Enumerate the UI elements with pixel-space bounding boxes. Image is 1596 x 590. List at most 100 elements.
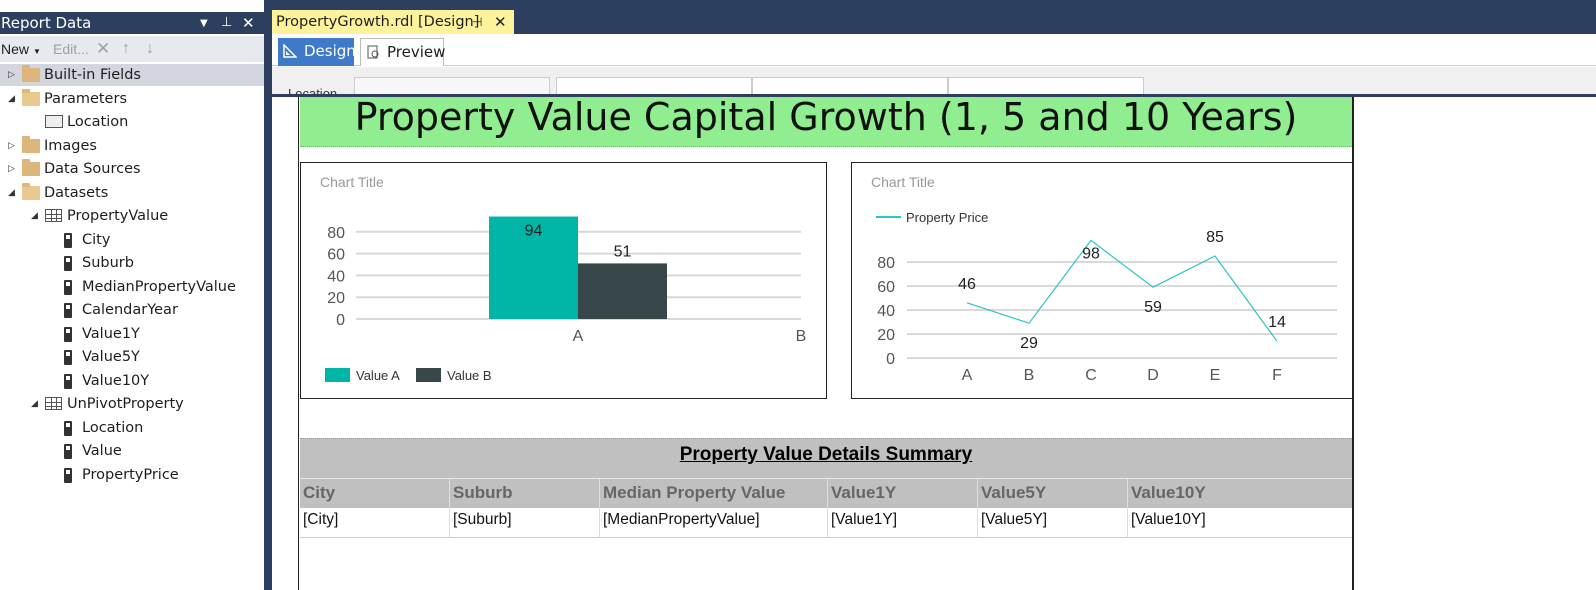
header-cell[interactable]: Suburb [450, 479, 600, 509]
new-label: New [1, 41, 30, 57]
report-data-toolbar: New ▼ Edit... ✕ ↑ ↓ [0, 36, 264, 62]
tree-item-label: PropertyValue [67, 208, 169, 224]
field-icon [64, 467, 72, 483]
y-tick-label: 80 [327, 225, 345, 242]
data-cell[interactable]: [Value1Y] [828, 508, 978, 538]
tree-item-label: Location [82, 419, 144, 436]
header-cell[interactable]: Value1Y [828, 479, 978, 509]
tree-item-folder[interactable]: ▷ Images [0, 135, 264, 157]
edit-button[interactable]: Edit... [53, 36, 89, 62]
expand-arrow-icon[interactable]: ▷ [8, 64, 20, 86]
tree-item-field[interactable]: Value1Y [0, 323, 264, 345]
data-cell[interactable]: [City] [300, 508, 450, 538]
expand-arrow-icon[interactable]: ▷ [8, 158, 20, 180]
new-button[interactable]: New ▼ [1, 36, 41, 65]
move-down-icon[interactable]: ↓ [146, 36, 154, 62]
parameter-icon [45, 115, 63, 128]
field-icon [64, 232, 72, 248]
tab-preview[interactable]: Preview [360, 38, 445, 66]
dataset-table-icon [45, 397, 62, 410]
tree-item-field[interactable]: Suburb [0, 252, 264, 274]
tree-item-label: Parameters [44, 90, 127, 107]
folder-icon [22, 65, 40, 82]
field-icon [64, 420, 72, 436]
close-icon[interactable]: ✕ [242, 12, 255, 34]
line-chart-svg: Chart Title Property Price 0 20 40 60 80 A B C D E F… [871, 174, 1337, 384]
pin-tab-icon[interactable]: ⊣ [472, 10, 482, 34]
data-cell[interactable]: [MedianPropertyValue] [600, 508, 828, 538]
tree-item-parameter[interactable]: Location [0, 111, 264, 133]
table-header-row: City Suburb Median Property Value Value1… [300, 478, 1352, 509]
tree-item-field[interactable]: Value5Y [0, 346, 264, 368]
x-tick-label: B [1024, 367, 1035, 384]
data-cell[interactable]: [Value5Y] [978, 508, 1128, 538]
report-title[interactable]: Property Value Capital Growth (1, 5 and … [300, 97, 1352, 147]
summary-band[interactable]: Property Value Details Summary [300, 438, 1352, 478]
document-tab[interactable]: PropertyGrowth.rdl [Design] ⊣ ✕ [272, 10, 514, 34]
folder-icon [22, 135, 40, 153]
tree-item-label: Data Sources [44, 161, 141, 177]
header-cell[interactable]: Value5Y [978, 479, 1128, 509]
field-icon [64, 279, 72, 295]
tree-item-dataset[interactable]: ◢ UnPivotProperty [0, 393, 264, 415]
data-label: 98 [1082, 245, 1100, 262]
header-cell[interactable]: City [300, 479, 450, 509]
close-tab-icon[interactable]: ✕ [494, 10, 507, 34]
delete-icon[interactable]: ✕ [96, 36, 110, 62]
legend-swatch [325, 368, 350, 382]
line-chart[interactable]: Chart Title Property Price 0 20 40 60 80 A B C D E F… [851, 162, 1353, 399]
field-icon [64, 256, 72, 271]
tree-item-field[interactable]: Value10Y [0, 370, 264, 392]
legend-swatch [416, 368, 441, 382]
tree-item-field[interactable]: Value [0, 440, 264, 462]
parameter-area [272, 67, 1596, 96]
y-tick-label: 0 [886, 351, 895, 368]
data-cell[interactable]: [Suburb] [450, 508, 600, 538]
collapse-arrow-icon[interactable]: ◢ [31, 205, 43, 227]
legend-label: Property Price [906, 210, 988, 225]
x-tick-label: D [1147, 367, 1159, 384]
collapse-arrow-icon[interactable]: ◢ [8, 88, 20, 110]
tree-item-dataset[interactable]: ◢ PropertyValue [0, 205, 264, 227]
expand-arrow-icon[interactable]: ▷ [8, 135, 20, 157]
tree-item-folder-open[interactable]: ◢ Datasets [0, 182, 264, 204]
tree-item-label: Suburb [82, 255, 134, 271]
data-cell[interactable]: [Value10Y] [1128, 508, 1352, 538]
tree-item-folder[interactable]: ▷ Data Sources [0, 158, 264, 180]
y-tick-label: 20 [877, 327, 895, 344]
folder-icon [22, 182, 40, 200]
x-tick-label: F [1272, 367, 1282, 384]
tree-item-field[interactable]: CalendarYear [0, 299, 264, 321]
tree-item-label: Value [82, 443, 122, 459]
field-icon [64, 303, 72, 318]
field-icon [64, 444, 72, 459]
y-tick-label: 60 [877, 279, 895, 296]
y-tick-label: 40 [877, 303, 895, 320]
chevron-down-icon: ▼ [33, 47, 41, 56]
move-up-icon[interactable]: ↑ [122, 36, 130, 62]
tab-design[interactable]: Design [278, 38, 356, 66]
tree-item-label: Datasets [44, 184, 109, 201]
summary-title: Property Value Details Summary [679, 444, 973, 465]
tree-item-folder[interactable]: ▷ Built-in Fields [0, 64, 264, 86]
tree-item-label: Value1Y [82, 325, 140, 342]
collapse-arrow-icon[interactable]: ◢ [31, 393, 43, 415]
tree-item-folder-open[interactable]: ◢ Parameters [0, 88, 264, 110]
bar-chart[interactable]: Chart Title 0 20 40 60 80 A 94 51 B Value A Value B [300, 162, 827, 399]
data-label: 51 [614, 243, 632, 260]
tree-item-label: Images [44, 137, 97, 154]
collapse-arrow-icon[interactable]: ◢ [8, 182, 20, 204]
dropdown-arrow-icon[interactable]: ▼ [200, 13, 208, 35]
tree-item-field[interactable]: PropertyPrice [0, 464, 264, 486]
series-line [966, 239, 1278, 342]
pin-icon[interactable]: ⊥ [221, 12, 232, 34]
data-label: 59 [1144, 299, 1162, 316]
header-cell[interactable]: Value10Y [1128, 479, 1352, 509]
legend-label: Value B [447, 368, 492, 383]
tree-item-field[interactable]: MedianPropertyValue [0, 276, 264, 298]
header-cell[interactable]: Median Property Value [600, 479, 828, 509]
tree-item-field[interactable]: Location [0, 417, 264, 439]
pane-splitter[interactable] [264, 0, 272, 590]
x-tick-label: E [1210, 367, 1221, 384]
tree-item-field[interactable]: City [0, 229, 264, 251]
